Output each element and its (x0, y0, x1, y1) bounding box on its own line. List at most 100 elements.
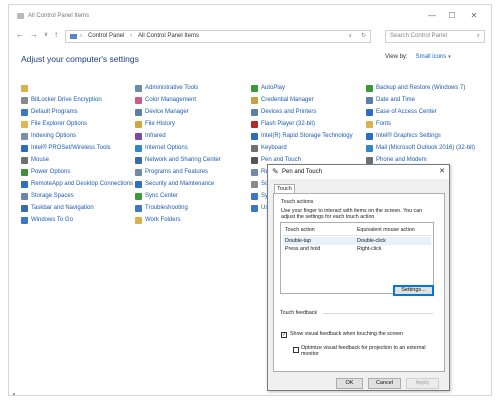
applet-icon (135, 109, 142, 116)
status-indicator (13, 393, 15, 395)
item-label: Taskbar and Navigation (31, 205, 94, 211)
item-label: File History (145, 121, 176, 127)
item-label: Date and Time (376, 97, 416, 103)
mouse-action-cell: Double-click (357, 238, 386, 244)
applet-icon (251, 145, 258, 152)
search-icon: ⌕ (476, 33, 480, 39)
recent-locations-icon[interactable]: ∨ (41, 30, 51, 40)
show-feedback-label[interactable]: Show visual feedback when touching the s… (290, 331, 403, 338)
applet-icon (21, 217, 28, 224)
applet-icon (251, 169, 258, 176)
applet-icon (21, 145, 28, 152)
breadcrumb-control-panel[interactable]: Control Panel (88, 31, 124, 42)
item-label: Indexing Options (31, 133, 77, 139)
touch-feedback-heading: Touch feedback (280, 310, 318, 316)
column-header-mouse-action[interactable]: Equivalent mouse action (357, 227, 415, 233)
view-by-dropdown[interactable]: Small icons (416, 54, 447, 60)
back-arrow-icon[interactable]: ← (15, 30, 25, 40)
applet-icon (21, 97, 28, 104)
applet-icon (135, 169, 142, 176)
applet-icon (135, 97, 142, 104)
optimize-projection-label[interactable]: monitor (301, 351, 319, 358)
table-row[interactable]: Press and hold Right-click (283, 245, 431, 253)
apply-button[interactable]: Apply (406, 378, 439, 389)
item-label: Mouse (31, 157, 50, 163)
minimize-button[interactable]: — (425, 10, 439, 22)
item-label: Windows To Go (31, 217, 73, 223)
touch-actions-description: adjust the settings for each touch actio… (281, 214, 375, 220)
item-label: Programs and Features (145, 169, 209, 175)
item-label: Sync Center (145, 193, 179, 199)
applet-icon (135, 133, 142, 140)
address-bar[interactable]: › Control Panel › All Control Panel Item… (65, 30, 371, 43)
applet-icon (366, 85, 373, 92)
applet-icon (21, 121, 28, 128)
dialog-close-button[interactable]: ✕ (439, 165, 445, 179)
column-header-touch-action[interactable]: Touch action (285, 227, 315, 233)
pen-icon: ✎ (272, 167, 279, 176)
optimize-projection-label[interactable]: Optimize visual feedback for projection … (301, 345, 426, 352)
applet-icon (366, 145, 373, 152)
applet-icon (251, 97, 258, 104)
applet-icon (366, 133, 373, 140)
chevron-down-icon[interactable]: ∨ (348, 31, 352, 42)
applet-icon (21, 181, 28, 188)
item-label: Flash Player (32-bit) (261, 121, 316, 127)
close-button[interactable]: ✕ (467, 10, 481, 22)
refresh-icon[interactable]: ↻ (361, 31, 366, 42)
applet-icon (21, 133, 28, 140)
settings-button[interactable]: Settings... (393, 285, 434, 296)
dialog-title: Pen and Touch (282, 169, 322, 175)
applet-icon (21, 169, 28, 176)
page-title: Adjust your computer's settings (21, 54, 139, 64)
optimize-projection-checkbox[interactable] (293, 347, 299, 353)
window-title: All Control Panel Items (28, 13, 90, 19)
show-feedback-checkbox[interactable]: ✓ (281, 332, 287, 338)
applet-icon (366, 109, 373, 116)
applet-icon (251, 193, 258, 200)
view-by-label: View by: (385, 54, 408, 60)
item-label: Keyboard (261, 145, 287, 151)
up-arrow-icon[interactable]: ↑ (51, 30, 61, 40)
search-placeholder: Search Control Panel (390, 33, 448, 39)
applet-icon (251, 109, 258, 116)
touch-action-cell: Double-tap (285, 238, 311, 244)
applet-icon (251, 133, 258, 140)
item-label: Default Programs (31, 109, 78, 115)
chevron-down-icon[interactable]: ▾ (448, 54, 451, 60)
control-panel-icon (17, 13, 24, 19)
item-label: Security and Maintenance (145, 181, 215, 187)
dialog-titlebar: ✎ Pen and Touch ✕ (268, 165, 449, 179)
ok-button[interactable]: OK (336, 378, 363, 389)
item-label: File Explorer Options (31, 121, 88, 127)
item-label: Fonts (376, 121, 392, 127)
applet-icon (21, 157, 28, 164)
touch-actions-heading: Touch actions (281, 199, 314, 205)
applet-icon (135, 145, 142, 152)
forward-arrow-icon[interactable]: → (29, 30, 39, 40)
group-divider (323, 313, 433, 314)
item-label: Storage Spaces (31, 193, 74, 199)
cancel-button[interactable]: Cancel (368, 378, 401, 389)
item-label: Mail (Microsoft Outlook 2016) (32-bit) (376, 145, 476, 151)
applet-icon (135, 85, 142, 92)
table-row[interactable]: Double-tap Double-click (283, 237, 431, 245)
mouse-action-cell: Right-click (357, 246, 382, 252)
item-label: Device Manager (145, 109, 189, 115)
touch-action-cell: Press and hold (285, 246, 321, 252)
applet-icon (251, 205, 258, 212)
maximize-button[interactable]: ☐ (445, 10, 459, 22)
applet-icon (135, 193, 142, 200)
applet-icon (135, 121, 142, 128)
search-input[interactable]: Search Control Panel ⌕ (385, 30, 485, 43)
item-label: Color Management (145, 97, 197, 103)
applet-icon (251, 85, 258, 92)
item-label: Infrared (145, 133, 166, 139)
applet-icon (21, 205, 28, 212)
item-label: Administrative Tools (145, 85, 199, 91)
item-label: Network and Sharing Center (145, 157, 221, 163)
item-label: RemoteApp and Desktop Connections (31, 181, 134, 187)
touch-actions-list[interactable]: Touch action Equivalent mouse action Dou… (280, 222, 434, 294)
item-label: Work Folders (145, 217, 181, 223)
breadcrumb-all-items[interactable]: All Control Panel Items (138, 31, 199, 42)
